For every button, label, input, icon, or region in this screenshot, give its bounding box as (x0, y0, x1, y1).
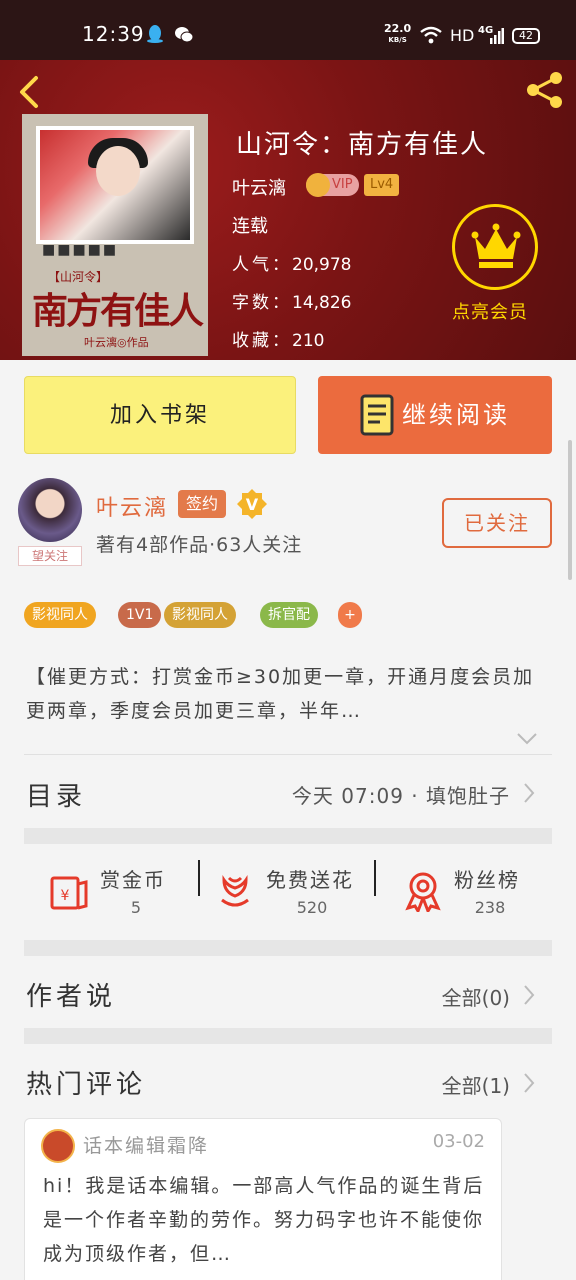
comment-text: hi！我是话本编辑。一部高人气作品的诞生背后是一个作者辛勤的劳作。努力码字也许不… (43, 1175, 485, 1265)
hd-indicator: HD (450, 26, 475, 45)
book-author[interactable]: 叶云漓 (232, 174, 286, 200)
stat-divider (198, 860, 200, 896)
cover-dots: ■■■■■ (42, 242, 119, 258)
crown-icon (471, 223, 521, 268)
cover-title: 南方有佳人 (32, 290, 204, 332)
svg-text:¥: ¥ (61, 888, 70, 904)
comment-card[interactable]: 话本编辑霜降 03-02 hi！我是话本编辑。一部高人气作品的诞生背后是一个作者… (24, 1118, 502, 1280)
tag-chip[interactable]: 拆官配 (260, 602, 318, 628)
hot-comments-all[interactable]: 全部(1) (442, 1070, 510, 1099)
crown-icon (306, 173, 330, 197)
serial-status: 连载 (232, 216, 268, 237)
author-works-info: 著有4部作品·63人关注 (96, 534, 303, 556)
toc-label[interactable]: 目录 (26, 776, 86, 813)
status-bar: 12:39 22.0 KB/S HD 4G 42 (0, 0, 576, 60)
chevron-right-icon[interactable] (522, 984, 536, 1006)
author-name[interactable]: 叶云漓 (96, 490, 168, 522)
network-speed: 22.0 KB/S (384, 22, 412, 44)
section-separator (24, 1028, 552, 1044)
book-description[interactable]: 【催更方式：打赏金币≥30加更一章，开通月度会员加更两章，季度会员加更三章，半年… (26, 660, 536, 728)
flower-icon (221, 875, 249, 907)
red-envelope-icon: ¥ (50, 876, 88, 910)
chevron-down-icon[interactable] (516, 732, 538, 746)
tag-chip[interactable]: 影视同人 (164, 602, 236, 628)
scrollbar[interactable] (568, 440, 572, 580)
fan-ranking-button[interactable]: 粉丝榜 238 (402, 862, 542, 922)
chevron-right-icon[interactable] (522, 1072, 536, 1094)
clock: 12:39 (82, 22, 145, 46)
vip-member-button[interactable] (452, 204, 538, 290)
share-icon[interactable] (524, 70, 566, 110)
toc-latest-update[interactable]: 今天 07:09 · 填饱肚子 (292, 780, 510, 809)
svg-text:V: V (246, 495, 259, 514)
book-icon (360, 394, 394, 436)
commenter-avatar[interactable] (41, 1129, 75, 1163)
popularity-stat: 人气：20,978 (232, 255, 352, 275)
add-to-shelf-button[interactable]: 加入书架 (24, 376, 296, 454)
author-says-label[interactable]: 作者说 (26, 976, 116, 1013)
chevron-right-icon[interactable] (522, 782, 536, 804)
qq-icon (147, 25, 163, 43)
tag-chip[interactable]: 影视同人 (24, 602, 96, 628)
favorites-stat: 收藏：210 (232, 331, 325, 351)
author-avatar[interactable] (18, 478, 82, 542)
verified-icon: V (237, 489, 267, 519)
vip-badge: VIP (306, 173, 359, 197)
hot-comments-label[interactable]: 热门评论 (26, 1064, 146, 1101)
battery-indicator: 42 (512, 28, 540, 44)
section-separator (24, 828, 552, 844)
back-arrow-icon[interactable] (14, 74, 46, 110)
send-flower-button[interactable]: 免费送花 520 (214, 862, 364, 922)
cover-author: 叶云漓◎作品 (84, 336, 149, 349)
follow-button[interactable]: 已关注 (442, 498, 552, 548)
vip-member-label[interactable]: 点亮会员 (452, 298, 528, 324)
signal-icon (490, 28, 504, 44)
medal-icon (405, 872, 441, 912)
tag-chip[interactable]: 1V1 (118, 602, 162, 628)
stat-divider (374, 860, 376, 896)
section-separator (24, 940, 552, 956)
wifi-icon (420, 26, 442, 44)
more-tags-button[interactable]: + (338, 602, 362, 628)
divider (24, 754, 552, 755)
level-badge: Lv4 (364, 174, 400, 196)
cover-photo (36, 126, 194, 244)
word-count-stat: 字数：14,826 (232, 293, 352, 313)
reward-coins-button[interactable]: ¥ 赏金币 5 (48, 862, 188, 922)
signed-badge: 签约 (178, 490, 227, 518)
avatar-follow-tag: 望关注 (18, 546, 82, 566)
comment-date: 03-02 (432, 1131, 485, 1152)
book-cover[interactable]: ■■■■■ 【山河令】 南方有佳人 叶云漓◎作品 (22, 114, 208, 356)
author-says-all[interactable]: 全部(0) (442, 982, 510, 1011)
wechat-icon (175, 27, 194, 43)
book-title: 山河令：南方有佳人 (236, 130, 489, 160)
commenter-name[interactable]: 话本编辑霜降 (83, 1131, 209, 1158)
continue-reading-button[interactable]: 继续阅读 (318, 376, 552, 454)
